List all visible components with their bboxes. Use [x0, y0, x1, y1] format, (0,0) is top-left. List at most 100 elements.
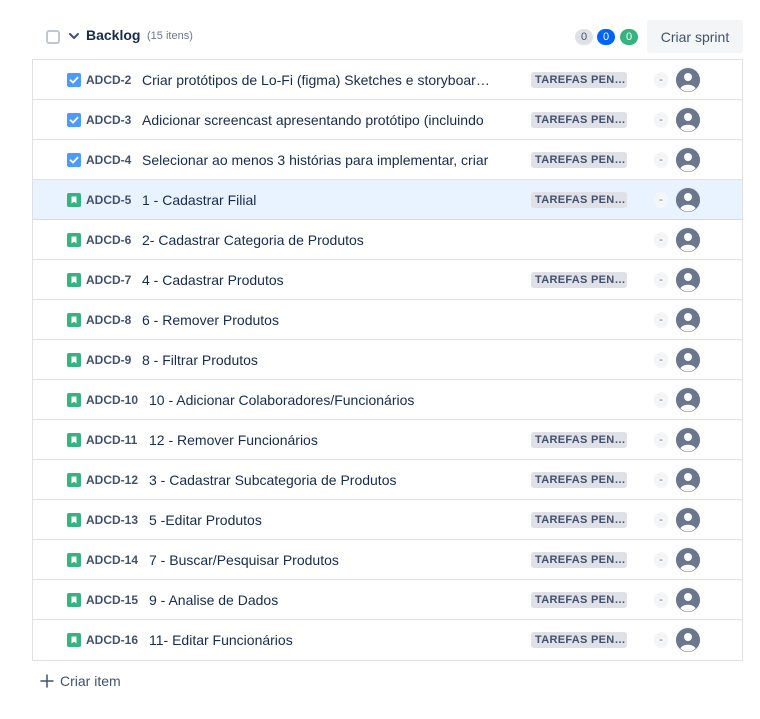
checkbox-task-icon — [67, 73, 81, 87]
issue-summary[interactable]: Criar protótipos de Lo-Fi (figma) Sketch… — [142, 72, 490, 88]
estimate-badge: - — [654, 352, 668, 368]
issue-key[interactable]: ADCD-9 — [86, 353, 131, 367]
status-badge[interactable]: TAREFAS PENDENTES — [531, 272, 627, 288]
unassigned-avatar-icon[interactable] — [676, 68, 700, 92]
issue-key[interactable]: ADCD-2 — [86, 73, 131, 87]
estimate-badge: - — [654, 392, 668, 408]
unassigned-avatar-icon[interactable] — [676, 548, 700, 572]
status-badge[interactable]: TAREFAS PENDENTES — [531, 112, 627, 128]
issue-summary[interactable]: 9 - Analise de Dados — [149, 592, 490, 608]
unassigned-avatar-icon[interactable] — [676, 108, 700, 132]
todo-count-badge: 0 — [575, 29, 593, 45]
status-badge[interactable]: TAREFAS PENDENTES — [531, 512, 627, 528]
bookmark-story-icon — [67, 593, 81, 607]
unassigned-avatar-icon[interactable] — [676, 148, 700, 172]
backlog-row[interactable]: ADCD-16 11- Editar Funcionários TAREFAS PE… — [33, 620, 742, 660]
issue-key[interactable]: ADCD-12 — [86, 473, 138, 487]
issue-key[interactable]: ADCD-14 — [86, 553, 138, 567]
issue-summary[interactable]: 8 - Filtrar Produtos — [142, 352, 490, 368]
status-badge[interactable]: TAREFAS PENDENTES — [531, 472, 627, 488]
issue-key[interactable]: ADCD-15 — [86, 593, 138, 607]
estimate-badge: - — [654, 72, 668, 88]
issue-key[interactable]: ADCD-3 — [86, 113, 131, 127]
estimate-badge: - — [654, 592, 668, 608]
issue-summary[interactable]: 12 - Remover Funcionários — [149, 432, 490, 448]
issue-key[interactable]: ADCD-10 — [86, 393, 138, 407]
bookmark-story-icon — [67, 313, 81, 327]
backlog-row[interactable]: ADCD-14 7 - Buscar/Pesquisar Produtos TARE… — [33, 540, 742, 580]
bookmark-story-icon — [67, 513, 81, 527]
issue-summary[interactable]: 5 -Editar Produtos — [149, 512, 490, 528]
unassigned-avatar-icon[interactable] — [676, 348, 700, 372]
status-badge[interactable]: TAREFAS PENDENTES — [531, 72, 627, 88]
create-sprint-button[interactable]: Criar sprint — [647, 20, 743, 53]
issue-key[interactable]: ADCD-13 — [86, 513, 138, 527]
backlog-row[interactable]: ADCD-2 Criar protótipos de Lo-Fi (figma) … — [33, 60, 742, 100]
unassigned-avatar-icon[interactable] — [676, 428, 700, 452]
unassigned-avatar-icon[interactable] — [676, 588, 700, 612]
issue-summary[interactable]: 4 - Cadastrar Produtos — [142, 272, 490, 288]
estimate-badge: - — [654, 112, 668, 128]
estimate-badge: - — [654, 432, 668, 448]
backlog-list: ADCD-2 Criar protótipos de Lo-Fi (figma) … — [32, 59, 743, 661]
issue-summary[interactable]: 3 - Cadastrar Subcategoria de Produtos — [149, 472, 490, 488]
status-badge[interactable]: TAREFAS PENDENTES — [531, 592, 627, 608]
select-all-checkbox[interactable] — [46, 30, 60, 44]
issue-summary[interactable]: 6 - Remover Produtos — [142, 312, 490, 328]
backlog-row[interactable]: ADCD-11 12 - Remover Funcionários TAREFAS … — [33, 420, 742, 460]
estimate-badge: - — [654, 552, 668, 568]
issue-key[interactable]: ADCD-4 — [86, 153, 131, 167]
issue-key[interactable]: ADCD-7 — [86, 273, 131, 287]
unassigned-avatar-icon[interactable] — [676, 628, 700, 652]
backlog-row[interactable]: ADCD-15 9 - Analise de Dados TAREFAS PENDE… — [33, 580, 742, 620]
backlog-row[interactable]: ADCD-7 4 - Cadastrar Produtos TAREFAS PEND… — [33, 260, 742, 300]
unassigned-avatar-icon[interactable] — [676, 388, 700, 412]
issue-key[interactable]: ADCD-11 — [86, 433, 137, 447]
issue-summary[interactable]: 11- Editar Funcionários — [149, 632, 490, 648]
estimate-badge: - — [654, 232, 668, 248]
bookmark-story-icon — [67, 473, 81, 487]
backlog-row[interactable]: ADCD-13 5 -Editar Produtos TAREFAS PENDENT… — [33, 500, 742, 540]
status-badge[interactable]: TAREFAS PENDENTES — [531, 152, 627, 168]
unassigned-avatar-icon[interactable] — [676, 468, 700, 492]
issue-key[interactable]: ADCD-6 — [86, 233, 131, 247]
chevron-down-icon[interactable] — [67, 28, 81, 44]
backlog-row[interactable]: ADCD-5 1 - Cadastrar Filial TAREFAS PENDEN… — [33, 180, 742, 220]
backlog-row[interactable]: ADCD-8 6 - Remover Produtos - — [33, 300, 742, 340]
in-progress-count-badge: 0 — [597, 29, 615, 45]
status-badge[interactable]: TAREFAS PENDENTES — [531, 632, 627, 648]
create-item-button[interactable]: Criar item — [40, 670, 121, 692]
plus-icon — [40, 674, 54, 688]
issue-summary[interactable]: 7 - Buscar/Pesquisar Produtos — [149, 552, 490, 568]
status-badge[interactable]: TAREFAS PENDENTES — [531, 432, 627, 448]
issue-summary[interactable]: 1 - Cadastrar Filial — [142, 192, 490, 208]
issue-summary[interactable]: 2- Cadastrar Categoria de Produtos — [142, 232, 490, 248]
estimate-badge: - — [654, 192, 668, 208]
status-badge[interactable]: TAREFAS PENDENTES — [531, 552, 627, 568]
status-badge[interactable]: TAREFAS PENDENTES — [531, 192, 627, 208]
estimate-badge: - — [654, 152, 668, 168]
issue-key[interactable]: ADCD-8 — [86, 313, 131, 327]
issue-key[interactable]: ADCD-16 — [86, 633, 138, 647]
unassigned-avatar-icon[interactable] — [676, 228, 700, 252]
issue-summary[interactable]: 10 - Adicionar Colaboradores/Funcionário… — [149, 392, 490, 408]
unassigned-avatar-icon[interactable] — [676, 188, 700, 212]
backlog-header: Backlog (15 itens) 0 0 0 Criar sprint — [0, 0, 760, 60]
backlog-row[interactable]: ADCD-3 Adicionar screencast apresentando … — [33, 100, 742, 140]
issue-key[interactable]: ADCD-5 — [86, 193, 131, 207]
unassigned-avatar-icon[interactable] — [676, 268, 700, 292]
backlog-row[interactable]: ADCD-9 8 - Filtrar Produtos - — [33, 340, 742, 380]
backlog-row[interactable]: ADCD-10 10 - Adicionar Colaboradores/Func… — [33, 380, 742, 420]
unassigned-avatar-icon[interactable] — [676, 308, 700, 332]
unassigned-avatar-icon[interactable] — [676, 508, 700, 532]
backlog-row[interactable]: ADCD-6 2- Cadastrar Categoria de Produtos… — [33, 220, 742, 260]
checkbox-task-icon — [67, 153, 81, 167]
issue-summary[interactable]: Adicionar screencast apresentando protót… — [142, 112, 490, 128]
create-item-label: Criar item — [60, 673, 121, 689]
estimate-badge: - — [654, 472, 668, 488]
bookmark-story-icon — [67, 193, 81, 207]
backlog-row[interactable]: ADCD-4 Selecionar ao menos 3 histórias pa… — [33, 140, 742, 180]
backlog-row[interactable]: ADCD-12 3 - Cadastrar Subcategoria de Pro… — [33, 460, 742, 500]
issue-summary[interactable]: Selecionar ao menos 3 histórias para imp… — [142, 152, 490, 168]
backlog-title: Backlog — [86, 27, 141, 43]
